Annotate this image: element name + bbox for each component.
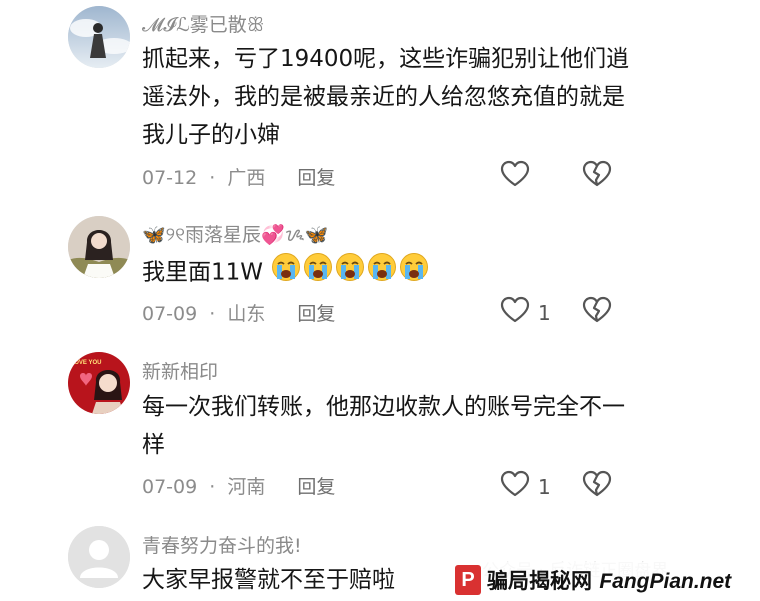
brand-watermark: P 骗局揭秘网 FangPian.net — [455, 562, 760, 598]
like-button[interactable] — [500, 160, 538, 193]
brand-logo-icon: P — [455, 565, 481, 595]
like-button[interactable]: 1 — [500, 296, 551, 329]
comment-text: 抓起来，亏了19400呢，这些诈骗犯别让他们逍遥法外，我的是被最亲近的人给忽悠充… — [142, 46, 630, 148]
crying-face-emoji — [367, 252, 397, 294]
heart-icon — [500, 296, 530, 329]
broken-heart-icon — [582, 470, 612, 502]
reply-button[interactable]: 回复 — [297, 476, 335, 498]
avatar[interactable] — [68, 6, 130, 68]
meta-separator: · — [209, 167, 216, 189]
comment-username[interactable]: 🦋୨୧雨落星辰💞ᝰ🦋 — [142, 220, 328, 247]
dislike-button[interactable] — [582, 160, 612, 192]
meta-separator: · — [209, 303, 216, 325]
dislike-button[interactable] — [582, 296, 612, 328]
like-button[interactable]: 1 — [500, 470, 551, 503]
comment-username[interactable]: 青春努力奋斗的我! — [142, 531, 302, 558]
crying-face-emoji — [271, 252, 301, 294]
comment-location: 山东 — [227, 303, 266, 325]
brand-name: 骗局揭秘网 — [487, 569, 592, 593]
meta-separator: · — [209, 476, 216, 498]
avatar[interactable] — [68, 526, 130, 588]
comment-date: 07-12 — [142, 167, 198, 189]
heart-icon — [500, 160, 530, 193]
comment-location: 广西 — [227, 167, 266, 189]
heart-icon — [500, 470, 530, 503]
crying-face-emoji — [303, 252, 333, 294]
reply-button[interactable]: 回复 — [297, 167, 335, 189]
comment-meta: 07-12 · 广西 回复 — [142, 163, 335, 190]
avatar[interactable]: LOVE YOU — [68, 352, 130, 414]
reply-button[interactable]: 回复 — [297, 303, 335, 325]
dislike-button[interactable] — [582, 470, 612, 502]
avatar[interactable] — [68, 216, 130, 278]
emoji-row — [270, 253, 430, 286]
like-count: 1 — [538, 474, 551, 499]
default-avatar-icon — [68, 526, 130, 588]
comment-meta: 07-09 · 山东 回复 — [142, 299, 335, 326]
avatar-caption: LOVE YOU — [71, 360, 102, 366]
comment-date: 07-09 — [142, 303, 198, 325]
comment-text: 每一次我们转账，他那边收款人的账号完全不一样 — [142, 394, 625, 458]
broken-heart-icon — [582, 160, 612, 192]
comment-text: 我里面11W — [142, 252, 632, 294]
broken-heart-icon — [582, 296, 612, 328]
comment-meta: 07-09 · 河南 回复 — [142, 472, 335, 499]
comment-text-content: 我里面11W — [142, 259, 264, 286]
comment-username[interactable]: 𝓜𝓘ℒ雾已散ꕥ — [142, 10, 264, 37]
brand-site: FangPian.net — [599, 570, 732, 593]
crying-face-emoji — [335, 252, 365, 294]
comment-date: 07-09 — [142, 476, 198, 498]
comment-location: 河南 — [227, 476, 266, 498]
crying-face-emoji — [399, 252, 429, 294]
like-count: 1 — [538, 300, 551, 325]
comment-username[interactable]: 新新相印 — [142, 357, 218, 384]
